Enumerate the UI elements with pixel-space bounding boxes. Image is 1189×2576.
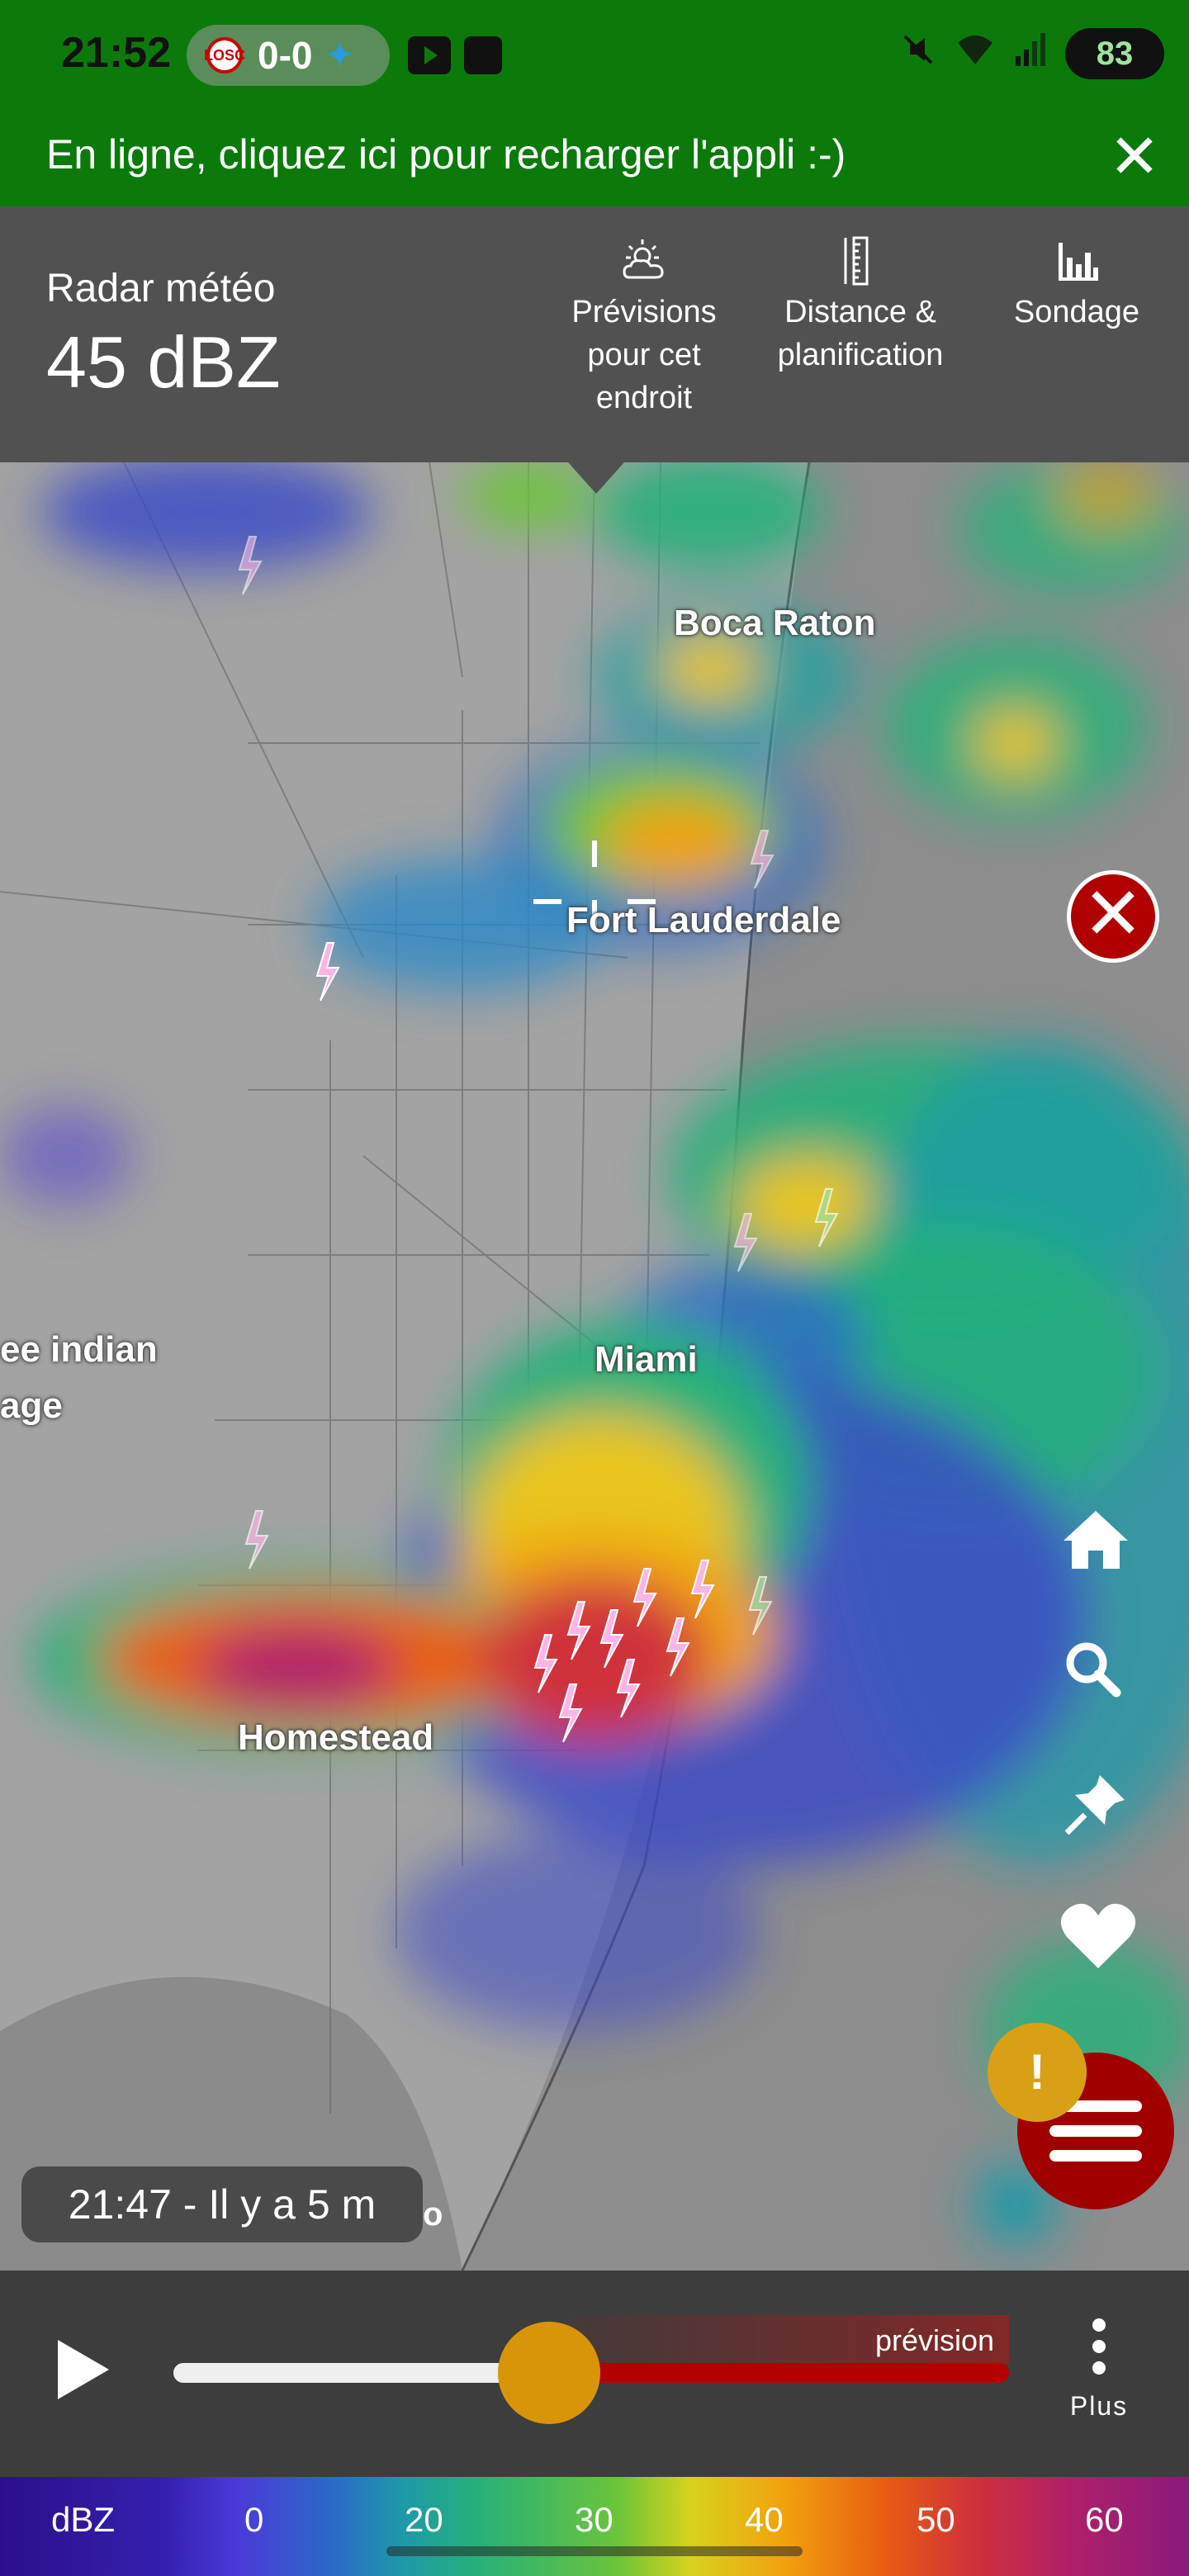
legend-unit: dBZ (51, 2500, 116, 2539)
wifi-icon (955, 31, 996, 77)
layer-label: Radar météo (46, 267, 276, 310)
bar-chart-icon (978, 231, 1176, 291)
pin-icon (1064, 1775, 1125, 1835)
search-button[interactable] (1059, 1635, 1138, 1714)
youtube-icon (408, 36, 451, 74)
timeline-bar: prévision Plus (0, 2271, 1189, 2477)
city-label-indian-1: ee indian (0, 1329, 158, 1370)
legend-tick: 20 (405, 2500, 443, 2539)
legend-tick: 60 (1085, 2500, 1124, 2539)
gesture-bar[interactable] (386, 2546, 803, 2556)
more-vert-icon (1062, 2318, 1136, 2375)
reload-banner[interactable]: En ligne, cliquez ici pour recharger l'a… (0, 111, 1189, 206)
live-score-pill[interactable]: LOSC 0-0 ✦ (187, 25, 390, 86)
radar-map[interactable]: Boca Raton Fort Lauderdale Miami Homeste… (0, 462, 1189, 2271)
heart-icon (1060, 1903, 1136, 1968)
news-icon (464, 36, 502, 74)
home-icon (1063, 1511, 1128, 1569)
sounding-label: Sondage (1013, 295, 1140, 329)
pin-button[interactable] (1059, 1767, 1138, 1846)
radar-time-chip: 21:47 - Il y a 5 m (21, 2166, 423, 2242)
distance-planning-button[interactable]: Distance & planification (761, 231, 959, 376)
distance-planning-label: Distance & planification (777, 295, 944, 372)
forecast-location-label: Prévisions pour cet endroit (571, 295, 717, 415)
legend-tick: 40 (745, 2500, 784, 2539)
map-label-fragment: o (423, 2196, 443, 2233)
home-button[interactable] (1059, 1503, 1138, 1582)
home-club-icon: LOSC (204, 37, 245, 73)
more-button[interactable]: Plus (1062, 2318, 1136, 2422)
ruler-icon (761, 231, 959, 291)
timeline-slider-thumb[interactable] (498, 2322, 601, 2424)
system-icons: 83 (900, 28, 1164, 79)
search-icon (1066, 1642, 1121, 1698)
panel-pointer (568, 462, 624, 494)
signal-icon (1014, 31, 1047, 77)
alert-button[interactable]: ! (988, 2023, 1087, 2122)
battery-indicator: 83 (1065, 28, 1164, 79)
status-time: 21:52 (61, 29, 171, 77)
radar-value: 45 dBZ (46, 321, 281, 403)
legend-tick: 50 (917, 2500, 955, 2539)
radar-info-panel: Radar météo 45 dBZ Prévisions pour cet e… (0, 206, 1189, 462)
mute-icon (900, 31, 936, 77)
city-label-miami: Miami (594, 1339, 698, 1380)
more-label: Plus (1069, 2391, 1129, 2421)
sounding-button[interactable]: Sondage (978, 231, 1176, 334)
sun-cloud-icon (545, 231, 743, 291)
away-club-icon: ✦ (325, 37, 353, 73)
favorite-button[interactable] (1059, 1899, 1138, 1978)
city-label-boca-raton: Boca Raton (674, 603, 876, 643)
city-label-homestead: Homestead (238, 1717, 434, 1758)
live-score: 0-0 (258, 34, 313, 77)
close-panel-button[interactable]: ✕ (1067, 870, 1159, 963)
city-label-indian-2: age (0, 1385, 63, 1426)
legend-tick: 30 (575, 2500, 613, 2539)
dbz-legend: dBZ 0 20 30 40 50 60 (0, 2477, 1189, 2576)
forecast-label: prévision (875, 2323, 995, 2357)
timeline-track-forecast[interactable] (549, 2363, 1009, 2383)
forecast-location-button[interactable]: Prévisions pour cet endroit (545, 231, 743, 419)
city-label-fort-lauderdale: Fort Lauderdale (566, 900, 841, 940)
legend-tick: 0 (244, 2500, 264, 2539)
play-icon[interactable] (58, 2340, 109, 2399)
reload-banner-text[interactable]: En ligne, cliquez ici pour recharger l'a… (46, 130, 846, 178)
timeline-track-past[interactable] (173, 2363, 550, 2383)
banner-close-icon[interactable]: ✕ (1103, 125, 1166, 188)
status-bar: 21:52 LOSC 0-0 ✦ 83 (0, 0, 1189, 111)
